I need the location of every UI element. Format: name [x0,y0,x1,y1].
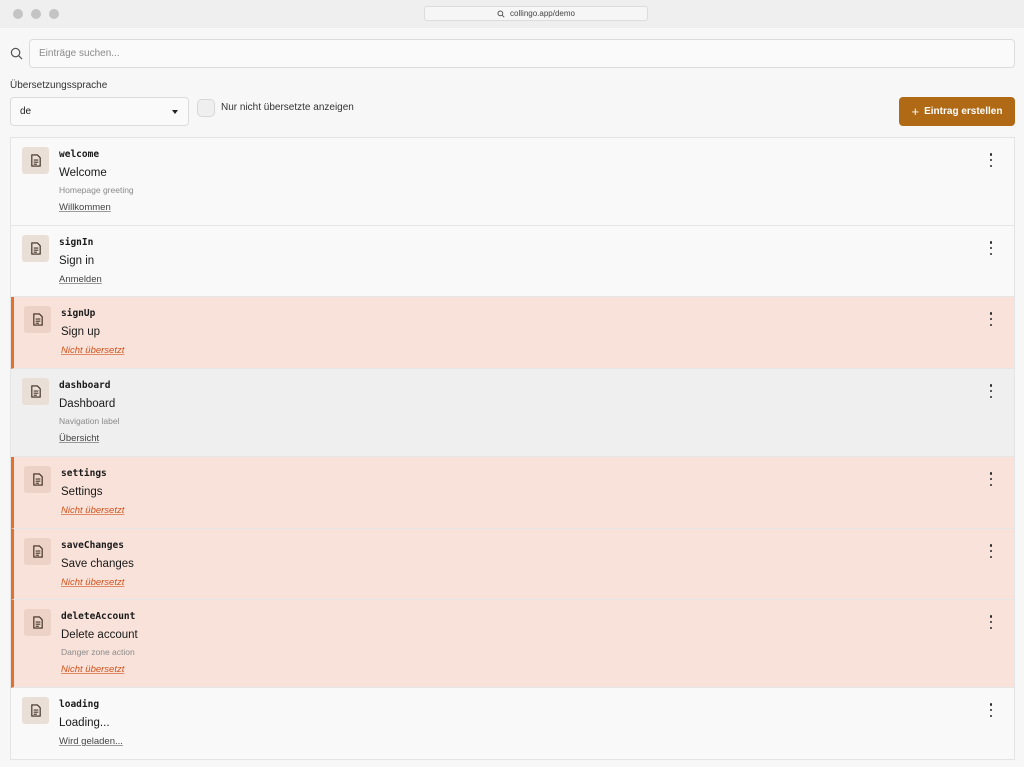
document-icon [22,378,49,405]
create-entry-button[interactable]: + Eintrag erstellen [899,97,1015,126]
entry-source-text: Save changes [61,558,134,570]
entry-translation-missing[interactable]: Nicht übersetzt [61,664,124,675]
list-item[interactable]: signUp Sign up Nicht übersetzt [11,297,1014,369]
more-options-icon[interactable] [988,384,994,398]
entry-key: loading [59,699,100,710]
entry-source-text: Sign up [61,326,101,338]
entry-source-text: Settings [61,486,103,498]
entry-description: Danger zone action [61,647,135,657]
entry-translation[interactable]: Wird geladen... [59,736,123,747]
more-options-icon[interactable] [988,312,994,326]
caret-down-icon [172,109,178,114]
minimize-window-dot[interactable] [31,9,41,19]
entry-source-text: Loading... [59,717,110,729]
entry-translation-missing[interactable]: Nicht übersetzt [61,345,124,356]
entry-key: saveChanges [61,540,124,551]
entry-key: signIn [59,237,94,248]
search-icon [497,9,505,18]
maximize-window-dot[interactable] [49,9,59,19]
entry-key: welcome [59,149,100,160]
entry-key: settings [61,468,107,479]
only-untranslated-checkbox[interactable] [197,99,215,117]
entry-description: Navigation label [59,416,120,426]
create-entry-label: Eintrag erstellen [924,106,1003,117]
entry-source-text: Sign in [59,255,95,267]
document-icon [24,538,51,565]
only-untranslated-label[interactable]: Nur nicht übersetzte anzeigen [221,102,354,113]
more-options-icon[interactable] [988,472,994,486]
entry-translation[interactable]: Anmelden [59,274,102,285]
entry-translation[interactable]: Übersicht [59,433,99,444]
list-item[interactable]: deleteAccount Delete account Danger zone… [11,600,1014,688]
more-options-icon[interactable] [988,153,994,167]
list-item[interactable]: settings Settings Nicht übersetzt [11,457,1014,529]
language-select[interactable]: de [10,97,189,126]
more-options-icon[interactable] [988,615,994,629]
window-controls [13,9,59,19]
language-select-value: de [20,106,32,117]
language-label: Übersetzungssprache [10,80,108,91]
close-window-dot[interactable] [13,9,23,19]
list-item[interactable]: dashboard Dashboard Navigation label Übe… [11,369,1014,457]
browser-chrome: collingo.app/demo [0,0,1024,28]
document-icon [24,609,51,636]
document-icon [24,466,51,493]
entry-description: Homepage greeting [59,185,134,195]
entry-source-text: Welcome [59,167,107,179]
entry-translation-missing[interactable]: Nicht übersetzt [61,577,124,588]
search-icon [10,47,23,60]
entry-key: deleteAccount [61,611,136,622]
address-bar[interactable]: collingo.app/demo [424,6,648,21]
entry-source-text: Dashboard [59,398,116,410]
entry-key: dashboard [59,380,111,391]
entries-list: welcome Welcome Homepage greeting Willko… [10,137,1015,760]
document-icon [22,235,49,262]
search-input[interactable] [29,39,1015,68]
list-item[interactable]: loading Loading... Wird geladen... [11,688,1014,759]
more-options-icon[interactable] [988,241,994,255]
list-item[interactable]: signIn Sign in Anmelden [11,226,1014,297]
entry-source-text: Delete account [61,629,138,641]
list-item[interactable]: welcome Welcome Homepage greeting Willko… [11,138,1014,226]
document-icon [22,697,49,724]
plus-icon: + [911,104,920,119]
more-options-icon[interactable] [988,544,994,558]
more-options-icon[interactable] [988,703,994,717]
document-icon [24,306,51,333]
entry-key: signUp [61,308,96,319]
list-item[interactable]: saveChanges Save changes Nicht übersetzt [11,529,1014,600]
address-bar-url: collingo.app/demo [510,9,575,18]
document-icon [22,147,49,174]
entry-translation[interactable]: Willkommen [59,202,111,213]
entry-translation-missing[interactable]: Nicht übersetzt [61,505,124,516]
